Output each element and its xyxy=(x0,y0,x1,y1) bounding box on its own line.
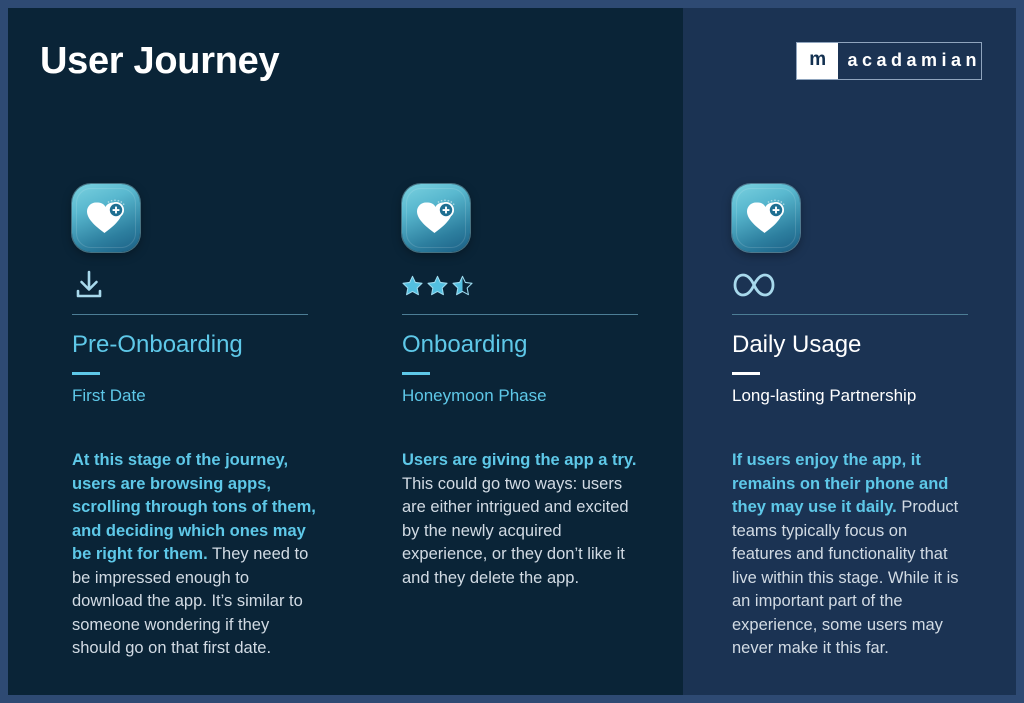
stage-body: At this stage of the journey, users are … xyxy=(72,449,320,661)
stage-divider xyxy=(402,314,638,315)
stage-title: Daily Usage xyxy=(732,331,862,358)
stage-glyph-row xyxy=(732,268,978,302)
stage-body-rest: Product teams typically focus on feature… xyxy=(732,498,959,657)
star-full-icon xyxy=(402,275,423,295)
stage-dash xyxy=(402,372,430,375)
journey-stage-pre-onboarding: Pre-Onboarding First Date At this stage … xyxy=(72,184,318,661)
journey-stage-daily-usage: Daily Usage Long-lasting Partnership If … xyxy=(732,184,978,661)
slide: User Journey m acadamian Pre-Onboarding … xyxy=(8,8,1016,695)
stage-subtitle: Long-lasting Partnership xyxy=(732,386,917,405)
stage-body-rest: This could go two ways: users are either… xyxy=(402,474,629,587)
stage-title: Pre-Onboarding xyxy=(72,331,243,358)
stage-subtitle: Honeymoon Phase xyxy=(402,386,547,405)
logo-mark: m xyxy=(797,43,839,79)
stage-title: Onboarding xyxy=(402,331,528,358)
macadamian-logo: m acadamian xyxy=(796,42,982,80)
stage-body: If users enjoy the app, it remains on th… xyxy=(732,449,964,661)
stage-body: Users are giving the app a try. This cou… xyxy=(402,449,650,590)
stage-glyph-row xyxy=(72,268,318,302)
page-title: User Journey xyxy=(40,40,280,82)
star-rating-icon xyxy=(402,275,473,296)
infinity-icon xyxy=(733,273,775,297)
download-icon xyxy=(76,270,102,298)
journey-stage-onboarding: Onboarding Honeymoon Phase Users are giv… xyxy=(402,184,648,590)
stage-body-lead: Users are giving the app a try. xyxy=(402,451,637,469)
stage-divider xyxy=(72,314,308,315)
app-icon-heart-plus xyxy=(72,184,140,252)
star-full-icon xyxy=(427,275,448,295)
stage-dash xyxy=(732,372,760,375)
stage-glyph-row xyxy=(402,268,648,302)
star-half-icon xyxy=(452,275,473,295)
stage-divider xyxy=(732,314,968,315)
stage-subtitle: First Date xyxy=(72,386,146,405)
app-icon-heart-plus xyxy=(732,184,800,252)
stage-dash xyxy=(72,372,100,375)
app-icon-heart-plus xyxy=(402,184,470,252)
logo-wordmark: acadamian xyxy=(847,49,981,70)
